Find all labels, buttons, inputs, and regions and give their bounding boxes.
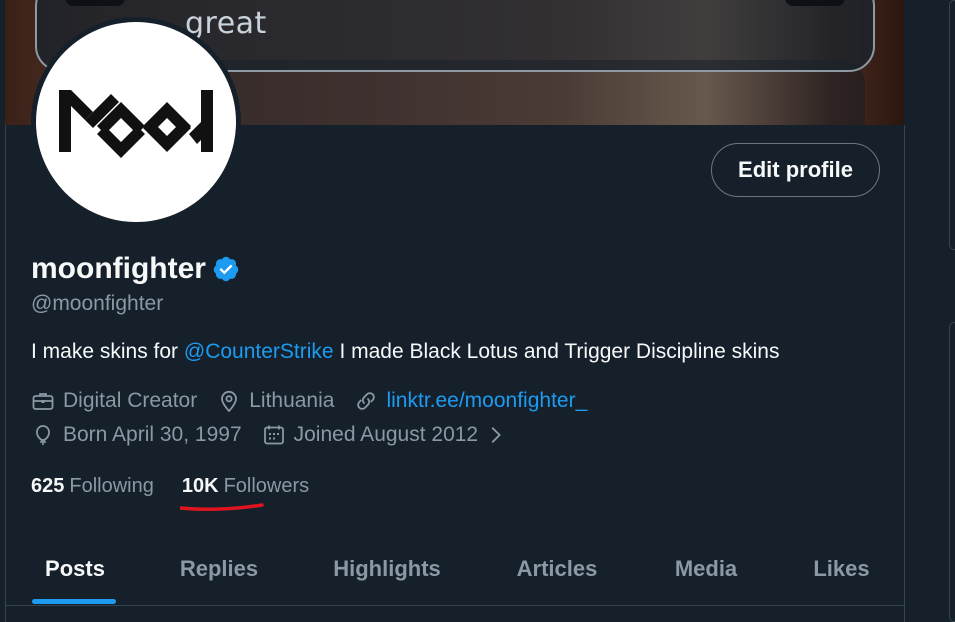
profile-birthday: Born April 30, 1997 xyxy=(31,423,242,447)
tab-label: Highlights xyxy=(333,556,441,581)
tab-label: Posts xyxy=(45,556,105,581)
banner-device-notch xyxy=(65,0,125,6)
profile-name-row: moonfighter xyxy=(31,252,240,286)
verified-badge-icon[interactable] xyxy=(212,255,240,283)
profile-meta-row: Digital Creator Lithuania linktr.ee/moon… xyxy=(31,389,607,413)
profile-tabs: Posts Replies Highlights Articles Media … xyxy=(5,533,904,605)
active-tab-indicator xyxy=(32,599,116,604)
following-link[interactable]: 625 Following xyxy=(31,475,154,498)
tab-label: Articles xyxy=(516,556,598,581)
display-name: moonfighter xyxy=(31,252,206,285)
red-underline-annotation xyxy=(180,503,264,511)
bio-text: I make skins for xyxy=(31,340,184,363)
followers-label: Followers xyxy=(223,475,310,497)
tab-likes[interactable]: Likes xyxy=(779,533,904,605)
tab-label: Likes xyxy=(813,556,870,581)
sidebar-card xyxy=(949,322,955,622)
profile-joined[interactable]: Joined August 2012 xyxy=(262,423,515,447)
website-link[interactable]: linktr.ee/moonfighter_ xyxy=(386,389,587,413)
tab-replies[interactable]: Replies xyxy=(145,533,293,605)
following-label: Following xyxy=(69,475,154,497)
birthday-text: Born April 30, 1997 xyxy=(63,423,242,446)
profile-category: Digital Creator xyxy=(31,389,197,413)
avatar-image xyxy=(36,22,236,222)
location-pin-icon xyxy=(221,390,238,413)
profile-meta-row: Born April 30, 1997 Joined August 2012 xyxy=(31,423,514,447)
tab-posts[interactable]: Posts xyxy=(5,533,145,605)
profile-bio: I make skins for @CounterStrike I made B… xyxy=(31,340,779,364)
tab-label: Media xyxy=(674,556,738,581)
moon-logo-icon xyxy=(59,90,213,158)
following-count: 625 xyxy=(31,475,65,497)
calendar-icon xyxy=(263,425,284,445)
right-sidebar xyxy=(905,0,955,622)
profile-stats: 625 Following 10K Followers xyxy=(31,475,309,498)
location-text: Lithuania xyxy=(249,389,335,412)
followers-link[interactable]: 10K Followers xyxy=(182,475,309,498)
tab-articles[interactable]: Articles xyxy=(481,533,633,605)
tab-label: Replies xyxy=(179,556,259,581)
banner-device-notch xyxy=(785,0,845,6)
bio-mention-link[interactable]: @CounterStrike xyxy=(184,340,334,363)
followers-count: 10K xyxy=(181,475,219,497)
profile-page: great Edit profile moonfighter @moonfigh… xyxy=(0,0,955,622)
tab-highlights[interactable]: Highlights xyxy=(293,533,481,605)
profile-location: Lithuania xyxy=(217,389,334,413)
avatar[interactable] xyxy=(31,17,241,227)
chevron-right-icon[interactable] xyxy=(484,424,506,446)
tab-media[interactable]: Media xyxy=(633,533,779,605)
briefcase-icon xyxy=(32,393,54,410)
edit-profile-button[interactable]: Edit profile xyxy=(711,143,880,197)
balloon-icon xyxy=(36,425,50,445)
link-icon xyxy=(357,392,376,410)
category-text: Digital Creator xyxy=(63,389,198,412)
sidebar-card xyxy=(949,0,955,250)
bio-text: I made Black Lotus and Trigger Disciplin… xyxy=(333,340,780,363)
tabs-divider xyxy=(5,605,904,606)
profile-handle: @moonfighter xyxy=(31,292,164,315)
joined-text: Joined August 2012 xyxy=(293,423,479,446)
profile-website[interactable]: linktr.ee/moonfighter_ xyxy=(354,389,587,413)
